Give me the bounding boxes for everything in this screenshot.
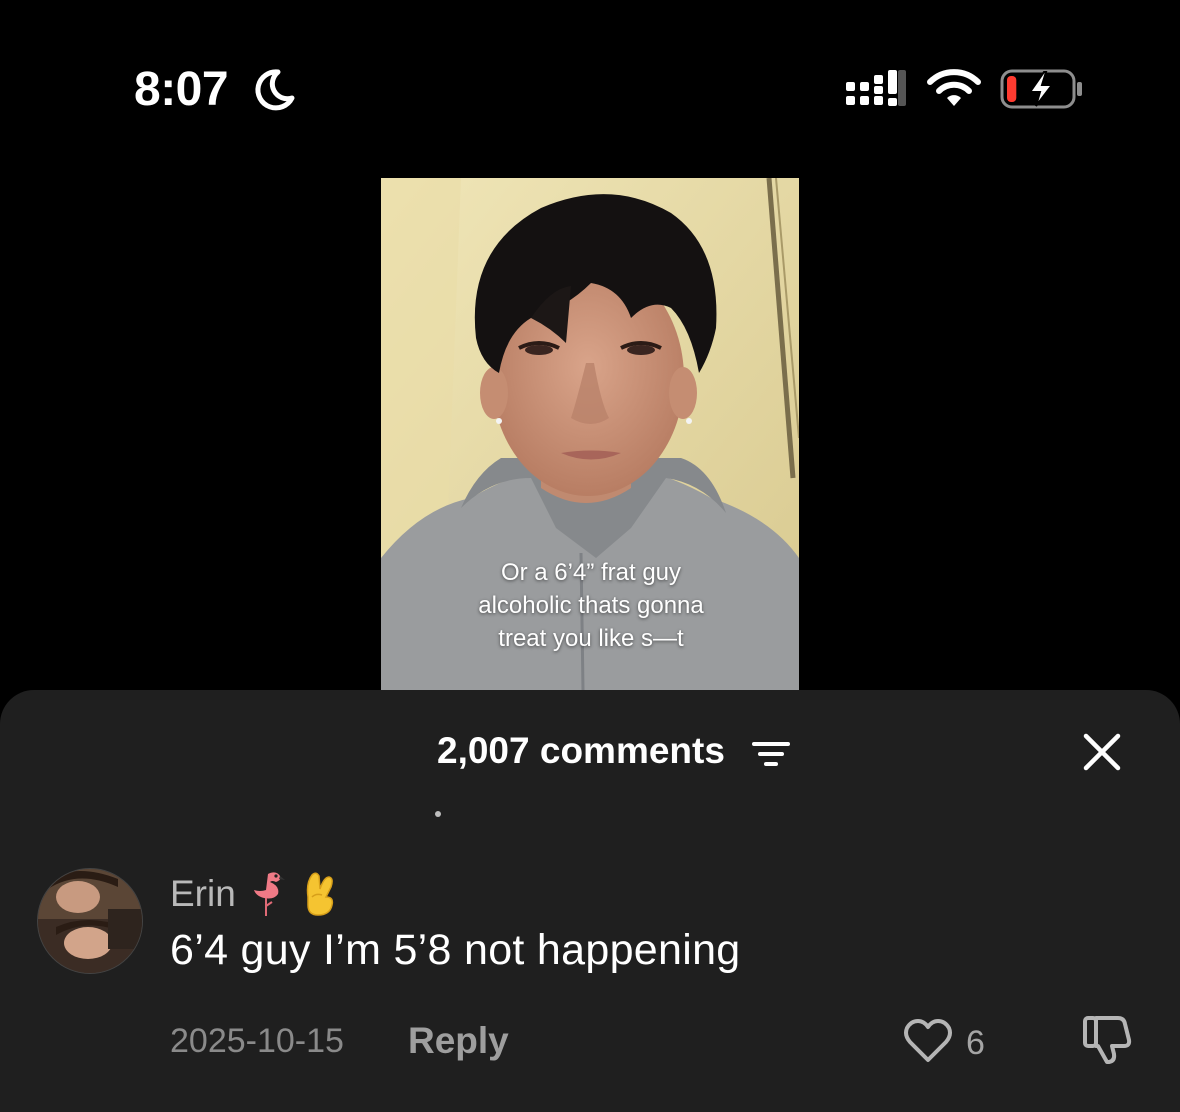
comment-count: 2,007 comments	[437, 730, 725, 771]
video-caption-line: Or a 6’4” frat guy	[500, 559, 682, 586]
battery-charging-icon	[1000, 69, 1082, 109]
status-bar: 8:07	[0, 0, 1180, 150]
comments-header: 2,007 comments	[0, 690, 1180, 817]
video-caption: Or a 6’4” frat guy alcoholic thats gonna…	[441, 556, 741, 655]
video-caption-line: alcoholic thats gonna	[478, 592, 704, 619]
loading-dot	[435, 811, 441, 817]
crossed-fingers-emoji-icon	[306, 872, 333, 916]
filter-sort-icon[interactable]	[750, 736, 792, 772]
comments-sheet: 2,007 comments Erin 6’4 guy I’m 5’8 not …	[0, 690, 1180, 1112]
moon-icon	[255, 69, 295, 111]
reply-button[interactable]: Reply	[408, 1020, 509, 1062]
comment-text: 6’4 guy I’m 5’8 not happening	[170, 926, 741, 974]
video-thumbnail[interactable]: Or a 6’4” frat guy alcoholic thats gonna…	[381, 178, 799, 690]
heart-outline-icon[interactable]	[902, 1018, 954, 1064]
status-time: 8:07	[134, 63, 229, 116]
close-icon[interactable]	[1080, 730, 1124, 774]
comment-item: Erin 6’4 guy I’m 5’8 not happening 2025-…	[0, 860, 1180, 1070]
username-row[interactable]: Erin	[170, 870, 338, 918]
avatar-photo	[38, 869, 142, 973]
avatar[interactable]	[37, 868, 143, 974]
comment-date: 2025-10-15	[170, 1022, 344, 1060]
thumbs-down-icon[interactable]	[1080, 1012, 1134, 1066]
video-caption-line: treat you like s—t	[498, 625, 684, 652]
like-count: 6	[966, 1024, 985, 1062]
cellular-signal-icon	[846, 70, 906, 106]
comment-username[interactable]: Erin	[170, 873, 236, 915]
flamingo-emoji-icon	[253, 872, 285, 916]
wifi-icon	[927, 69, 981, 106]
